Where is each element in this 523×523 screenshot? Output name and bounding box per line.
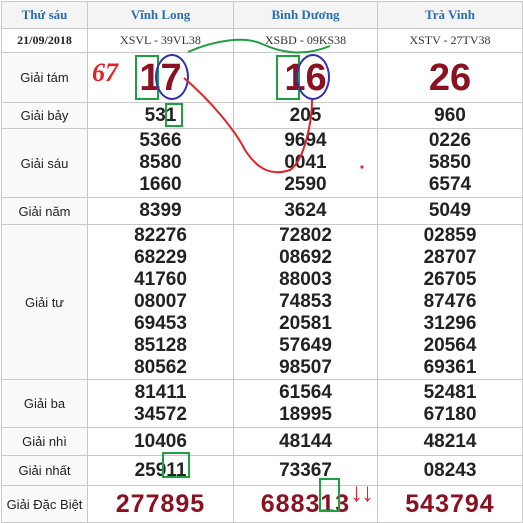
- prize-value: 1660: [139, 174, 182, 195]
- header-row: Thứ sáu Vĩnh Long Bình Dương Trà Vinh: [1, 1, 523, 29]
- prize-value: 85128: [134, 335, 187, 356]
- prize-value: 74853: [279, 291, 332, 312]
- prize-value: 08692: [279, 247, 332, 268]
- prize-value: 205: [289, 104, 322, 126]
- green-box-mark: [165, 103, 183, 127]
- prize-label: Giải nhì: [1, 427, 88, 456]
- prize-row-g7: Giải bảy 531 205 960: [1, 102, 523, 129]
- code-vinh-long: XSVL - 39VL38: [87, 28, 234, 53]
- prize-value: 960: [434, 104, 466, 126]
- prize-value: 20581: [279, 313, 332, 334]
- prize-value: 80562: [134, 357, 187, 378]
- province-vinh-long[interactable]: Vĩnh Long: [87, 1, 234, 29]
- prize-value: 69361: [423, 357, 477, 378]
- prize-label: Giải năm: [1, 197, 88, 225]
- prize-value: 10406: [134, 430, 187, 452]
- green-box-mark: [162, 452, 190, 478]
- prize-value: 08007: [134, 291, 187, 312]
- lottery-results-table: Thứ sáu Vĩnh Long Bình Dương Trà Vinh 21…: [1, 1, 523, 523]
- prize-value: 67180: [423, 403, 477, 425]
- prize-value: 0041: [284, 152, 327, 173]
- prize-value: 6574: [428, 174, 472, 195]
- prize-value: 69453: [134, 313, 187, 334]
- code-binh-duong: XSBD - 09KS38: [233, 28, 378, 53]
- prize-value: 26: [428, 56, 472, 99]
- code-tra-vinh: XSTV - 27TV38: [377, 28, 523, 53]
- prize-value: 2590: [284, 174, 327, 195]
- prize-value: 57649: [279, 335, 332, 356]
- prize-value: 9694: [284, 130, 327, 151]
- prize-value: 08243: [423, 459, 477, 481]
- prize-label: Giải tám: [1, 52, 88, 103]
- prize-value: 81411: [134, 381, 187, 403]
- prize-value: 48144: [279, 430, 332, 452]
- prize-value: 48214: [423, 430, 477, 452]
- prize-value: 5049: [428, 200, 472, 221]
- prize-value: 41760: [134, 269, 187, 290]
- day-header: Thứ sáu: [1, 1, 88, 29]
- prize-value: 8399: [139, 200, 182, 221]
- prize-value: 8580: [139, 152, 182, 173]
- prize-value: 02859: [423, 225, 477, 246]
- prize-row-g4: Giải tư 82276 68229 41760 08007 69453 85…: [1, 224, 523, 380]
- prize-value: 98507: [279, 357, 332, 378]
- handwritten-annotation: 67: [92, 58, 118, 87]
- prize-value: 28707: [423, 247, 477, 268]
- prize-value: 87476: [423, 291, 477, 312]
- blue-circle-mark: [296, 54, 330, 100]
- prize-row-g8: Giải tám 17 16 26: [1, 52, 523, 103]
- prize-value: 5850: [428, 152, 472, 173]
- prize-value: 543794: [405, 490, 495, 518]
- prize-row-g1: Giải nhất 25911 73367 08243: [1, 455, 523, 486]
- prize-label: Giải bảy: [1, 102, 88, 129]
- prize-value: 26705: [423, 269, 477, 290]
- prize-value: 82276: [134, 225, 187, 246]
- prize-value: 61564: [279, 381, 332, 403]
- prize-value: 72802: [279, 225, 332, 246]
- prize-value: 34572: [134, 403, 187, 425]
- prize-label: Giải sáu: [1, 128, 88, 198]
- prize-value: 52481: [423, 381, 477, 403]
- prize-label: Giải ba: [1, 379, 88, 428]
- prize-value: 68229: [134, 247, 187, 268]
- prize-row-g5: Giải năm 8399 3624 5049: [1, 197, 523, 225]
- prize-row-g2: Giải nhì 10406 48144 48214: [1, 427, 523, 456]
- prize-row-g6: Giải sáu 5366 8580 1660 9694 0041 2590 0226 5…: [1, 128, 523, 198]
- prize-value: 31296: [423, 313, 477, 334]
- prize-value: 20564: [423, 335, 477, 356]
- green-box-mark: [319, 478, 340, 512]
- prize-value: 18995: [279, 403, 332, 425]
- province-tra-vinh[interactable]: Trà Vinh: [377, 1, 523, 29]
- prize-value: 3624: [284, 200, 327, 221]
- province-binh-duong[interactable]: Bình Dương: [233, 1, 378, 29]
- prize-label: Giải tư: [1, 224, 88, 380]
- code-row: 21/09/2018 XSVL - 39VL38 XSBD - 09KS38 X…: [1, 28, 523, 53]
- prize-value: 277895: [115, 490, 206, 518]
- draw-date: 21/09/2018: [1, 28, 88, 53]
- blue-circle-mark: [155, 54, 189, 100]
- prize-value: 88003: [279, 269, 332, 290]
- prize-value: 5366: [139, 130, 182, 151]
- prize-row-g3: Giải ba 81411 34572 61564 18995 52481 67180: [1, 379, 523, 428]
- prize-value: 0226: [428, 130, 472, 151]
- red-arrows-icon: ↓↓: [350, 478, 374, 507]
- prize-label: Giải nhất: [1, 455, 88, 486]
